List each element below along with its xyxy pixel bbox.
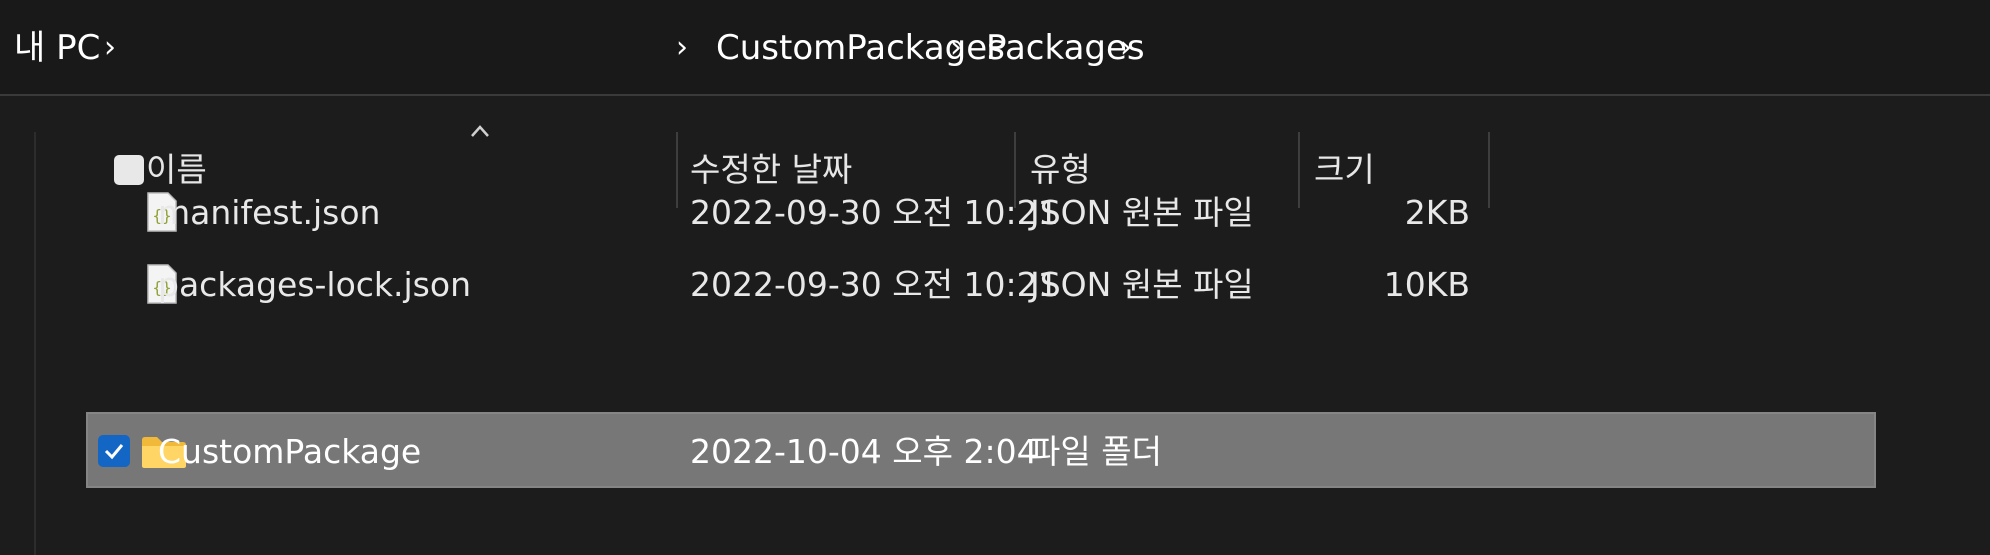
- file-explorer-window: 내 PC › › CustomPackages › Packages › 이름 …: [0, 0, 1990, 555]
- file-row[interactable]: {} packages-lock.json 2022-09-30 오전 10:2…: [86, 247, 1876, 323]
- file-type: JSON 원본 파일: [1030, 265, 1254, 304]
- file-type: 파일 폴더: [1030, 432, 1162, 471]
- file-name: packages-lock.json: [158, 265, 471, 304]
- row-checkbox-checked[interactable]: [98, 435, 130, 467]
- chevron-right-icon[interactable]: ›: [1120, 22, 1132, 74]
- file-type: JSON 원본 파일: [1030, 193, 1254, 232]
- address-bar[interactable]: 내 PC › › CustomPackages › Packages ›: [0, 0, 1990, 96]
- breadcrumb-root[interactable]: 내 PC: [14, 22, 100, 74]
- chevron-right-icon[interactable]: ›: [950, 22, 962, 74]
- folder-row-selected[interactable]: CustomPackage 2022-10-04 오후 2:04 파일 폴더: [86, 412, 1876, 488]
- file-name: manifest.json: [158, 193, 381, 232]
- file-modified: 2022-09-30 오전 10:21: [690, 265, 1059, 304]
- file-modified: 2022-09-30 오전 10:21: [690, 193, 1059, 232]
- checkmark-icon: [104, 444, 124, 460]
- chevron-right-icon[interactable]: ›: [676, 22, 688, 74]
- file-modified: 2022-10-04 오후 2:04: [690, 432, 1038, 471]
- file-row[interactable]: {} manifest.json 2022-09-30 오전 10:21 JSO…: [86, 175, 1876, 251]
- chevron-right-icon[interactable]: ›: [104, 22, 116, 74]
- file-size: 2KB: [1404, 193, 1470, 232]
- file-name: CustomPackage: [158, 432, 422, 471]
- file-size: 10KB: [1383, 265, 1470, 304]
